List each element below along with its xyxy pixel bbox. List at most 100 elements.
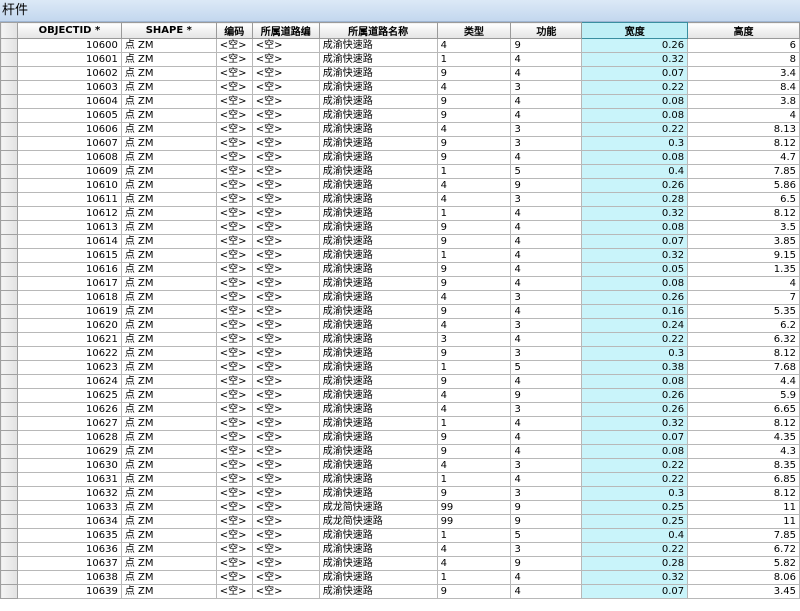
row-selector[interactable] [0,66,18,81]
cell-shape[interactable]: 点 ZM [120,192,217,207]
row-selector[interactable] [0,80,18,95]
cell-width[interactable]: 0.22 [581,122,689,137]
cell-objectid[interactable]: 10620 [16,318,122,333]
table-row[interactable]: 10601 点 ZM <空> <空> 成渝快速路 1 4 0.32 8 [0,52,800,67]
cell-road-name[interactable]: 成龙简快速路 [318,514,438,529]
cell-type[interactable]: 4 [436,290,512,305]
cell-width[interactable]: 0.28 [581,192,689,207]
cell-height[interactable]: 3.5 [687,220,800,235]
cell-code[interactable]: <空> [215,276,253,291]
cell-code[interactable]: <空> [215,220,253,235]
row-selector[interactable] [0,206,18,221]
cell-function[interactable]: 3 [510,346,583,361]
table-row[interactable]: 10632 点 ZM <空> <空> 成渝快速路 9 3 0.3 8.12 [0,486,800,501]
cell-code[interactable]: <空> [215,360,253,375]
cell-code[interactable]: <空> [215,458,253,473]
cell-code[interactable]: <空> [215,402,253,417]
cell-width[interactable]: 0.07 [581,66,689,81]
cell-height[interactable]: 5.9 [687,388,800,403]
cell-function[interactable]: 5 [510,164,583,179]
cell-code[interactable]: <空> [215,514,253,529]
cell-height[interactable]: 5.86 [687,178,800,193]
cell-code[interactable]: <空> [215,486,253,501]
cell-function[interactable]: 4 [510,262,583,277]
cell-width[interactable]: 0.28 [581,556,689,571]
row-selector[interactable] [0,178,18,193]
cell-road-code[interactable]: <空> [251,402,320,417]
row-selector[interactable] [0,164,18,179]
cell-shape[interactable]: 点 ZM [120,346,217,361]
table-row[interactable]: 10614 点 ZM <空> <空> 成渝快速路 9 4 0.07 3.85 [0,234,800,249]
cell-road-name[interactable]: 成渝快速路 [318,122,438,137]
cell-objectid[interactable]: 10633 [16,500,122,515]
cell-road-name[interactable]: 成渝快速路 [318,94,438,109]
row-selector[interactable] [0,444,18,459]
cell-code[interactable]: <空> [215,66,253,81]
cell-objectid[interactable]: 10606 [16,122,122,137]
cell-shape[interactable]: 点 ZM [120,584,217,599]
cell-height[interactable]: 1.35 [687,262,800,277]
cell-width[interactable]: 0.22 [581,332,689,347]
cell-type[interactable]: 3 [436,332,512,347]
cell-road-code[interactable]: <空> [251,52,320,67]
cell-road-name[interactable]: 成渝快速路 [318,108,438,123]
cell-road-name[interactable]: 成龙简快速路 [318,500,438,515]
cell-road-code[interactable]: <空> [251,234,320,249]
cell-function[interactable]: 9 [510,514,583,529]
row-selector[interactable] [0,430,18,445]
table-row[interactable]: 10635 点 ZM <空> <空> 成渝快速路 1 5 0.4 7.85 [0,528,800,543]
cell-road-name[interactable]: 成渝快速路 [318,290,438,305]
cell-height[interactable]: 6.85 [687,472,800,487]
row-selector[interactable] [0,304,18,319]
row-selector[interactable] [0,346,18,361]
row-selector[interactable] [0,234,18,249]
cell-type[interactable]: 9 [436,486,512,501]
cell-objectid[interactable]: 10638 [16,570,122,585]
cell-width[interactable]: 0.32 [581,416,689,431]
cell-height[interactable]: 3.45 [687,584,800,599]
cell-function[interactable]: 4 [510,570,583,585]
cell-road-code[interactable]: <空> [251,500,320,515]
cell-type[interactable]: 1 [436,472,512,487]
table-row[interactable]: 10628 点 ZM <空> <空> 成渝快速路 9 4 0.07 4.35 [0,430,800,445]
cell-road-code[interactable]: <空> [251,192,320,207]
cell-objectid[interactable]: 10631 [16,472,122,487]
cell-function[interactable]: 9 [510,388,583,403]
cell-objectid[interactable]: 10608 [16,150,122,165]
cell-code[interactable]: <空> [215,472,253,487]
table-row[interactable]: 10610 点 ZM <空> <空> 成渝快速路 4 9 0.26 5.86 [0,178,800,193]
table-row[interactable]: 10631 点 ZM <空> <空> 成渝快速路 1 4 0.22 6.85 [0,472,800,487]
cell-shape[interactable]: 点 ZM [120,528,217,543]
cell-objectid[interactable]: 10613 [16,220,122,235]
row-selector[interactable] [0,122,18,137]
cell-function[interactable]: 4 [510,66,583,81]
cell-height[interactable]: 6.72 [687,542,800,557]
cell-function[interactable]: 4 [510,374,583,389]
row-selector[interactable] [0,402,18,417]
cell-road-name[interactable]: 成渝快速路 [318,430,438,445]
cell-objectid[interactable]: 10610 [16,178,122,193]
table-row[interactable]: 10626 点 ZM <空> <空> 成渝快速路 4 3 0.26 6.65 [0,402,800,417]
cell-code[interactable]: <空> [215,346,253,361]
cell-objectid[interactable]: 10623 [16,360,122,375]
row-selector[interactable] [0,514,18,529]
cell-code[interactable]: <空> [215,136,253,151]
cell-shape[interactable]: 点 ZM [120,290,217,305]
cell-code[interactable]: <空> [215,388,253,403]
cell-function[interactable]: 4 [510,304,583,319]
cell-objectid[interactable]: 10627 [16,416,122,431]
cell-height[interactable]: 7.85 [687,164,800,179]
cell-objectid[interactable]: 10600 [16,38,122,53]
cell-width[interactable]: 0.08 [581,94,689,109]
cell-code[interactable]: <空> [215,584,253,599]
table-row[interactable]: 10604 点 ZM <空> <空> 成渝快速路 9 4 0.08 3.8 [0,94,800,109]
table-row[interactable]: 10633 点 ZM <空> <空> 成龙简快速路 99 9 0.25 11 [0,500,800,515]
cell-height[interactable]: 8.12 [687,136,800,151]
cell-road-code[interactable]: <空> [251,248,320,263]
cell-road-code[interactable]: <空> [251,262,320,277]
column-header-type[interactable]: 类型 [436,22,512,39]
cell-type[interactable]: 9 [436,262,512,277]
row-selector[interactable] [0,52,18,67]
cell-width[interactable]: 0.07 [581,430,689,445]
table-row[interactable]: 10605 点 ZM <空> <空> 成渝快速路 9 4 0.08 4 [0,108,800,123]
